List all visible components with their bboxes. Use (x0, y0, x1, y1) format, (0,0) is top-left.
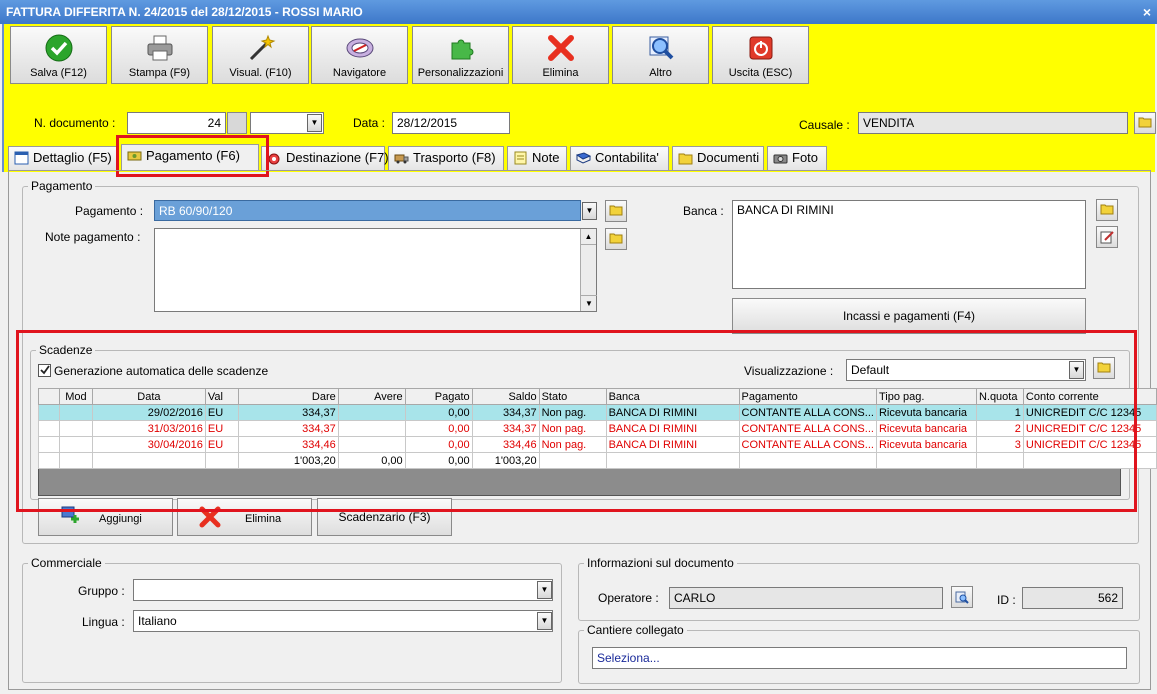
tab-label: Documenti (697, 150, 760, 165)
navigator-button-label: Navigatore (332, 67, 387, 79)
save-button[interactable]: Salva (F12) (10, 26, 107, 84)
puzzle-icon (451, 39, 473, 60)
printer-icon (147, 35, 172, 61)
compass-icon (346, 38, 373, 58)
close-icon[interactable]: × (1143, 0, 1151, 24)
tab-foto[interactable]: Foto (767, 146, 827, 170)
tab-contabilita[interactable]: Contabilita' (570, 146, 669, 170)
print-button[interactable]: Stampa (F9) (111, 26, 208, 84)
tab-documenti[interactable]: Documenti (672, 146, 764, 170)
magnifier-icon (649, 36, 673, 60)
other-button-label: Altro (649, 67, 672, 79)
causale-folder-button[interactable] (1134, 112, 1156, 134)
banca-field[interactable]: BANCA DI RIMINI (732, 200, 1086, 289)
banca-edit-button[interactable] (1096, 226, 1118, 248)
delete-x-icon (547, 35, 574, 61)
note-pagamento-label: Note pagamento : (45, 230, 141, 244)
scroll-down-icon[interactable]: ▼ (581, 295, 597, 311)
tab-trasporto[interactable]: Trasporto (F8) (388, 146, 504, 170)
customize-button[interactable]: Personalizzazioni (412, 26, 509, 84)
window-titlebar: FATTURA DIFFERITA N. 24/2015 del 28/12/2… (0, 0, 1157, 24)
doc-number-label: N. documento : (34, 116, 116, 130)
causale-field[interactable]: VENDITA (858, 112, 1128, 134)
info-group-title: Informazioni sul documento (584, 556, 737, 570)
id-label: ID : (997, 593, 1016, 607)
lingua-label: Lingua : (82, 615, 125, 629)
tab-label: Note (532, 150, 560, 165)
other-button[interactable]: Altro (612, 26, 709, 84)
operatore-field[interactable]: CARLO (669, 587, 943, 609)
folder-icon (1100, 204, 1114, 215)
chevron-down-icon[interactable]: ▼ (537, 612, 552, 630)
gruppo-select[interactable] (133, 579, 553, 601)
cantiere-group-title: Cantiere collegato (584, 623, 687, 637)
destination-icon (268, 153, 280, 165)
save-check-icon (45, 34, 72, 62)
date-field[interactable]: 28/12/2015 (392, 112, 510, 134)
operatore-lookup-button[interactable] (951, 586, 973, 608)
exit-button-label: Uscita (ESC) (728, 67, 793, 79)
note-scrollbar[interactable]: ▲ ▼ (580, 229, 597, 311)
tab-label: Trasporto (F8) (413, 150, 496, 165)
save-button-label: Salva (F12) (30, 67, 87, 79)
pagamento-folder-button[interactable] (605, 200, 627, 222)
tab-label: Dettaglio (F5) (33, 150, 112, 165)
pagamento-label: Pagamento : (75, 204, 144, 218)
tab-label: Destinazione (F7) (286, 150, 389, 165)
tab-note[interactable]: Note (507, 146, 567, 170)
doc-number-spin-button[interactable] (227, 112, 247, 134)
pagamento-select[interactable]: RB 60/90/120 (154, 200, 581, 221)
causale-label: Causale : (799, 118, 850, 132)
magic-wand-icon (249, 34, 275, 61)
folder-icon (609, 233, 623, 244)
cantiere-select[interactable]: Seleziona... (592, 647, 1127, 669)
camera-icon (773, 154, 788, 164)
gruppo-label: Gruppo : (78, 584, 125, 598)
operatore-label: Operatore : (598, 591, 659, 605)
doc-number-field[interactable]: 24 (127, 112, 226, 134)
power-icon (749, 36, 772, 60)
tab-label: Contabilita' (595, 150, 659, 165)
note-icon (514, 151, 527, 165)
banca-folder-button[interactable] (1096, 199, 1118, 221)
calendar-icon (14, 151, 29, 165)
tab-label: Foto (792, 150, 819, 165)
truck-icon (394, 154, 409, 164)
lingua-select[interactable]: Italiano (133, 610, 553, 632)
note-pagamento-textarea[interactable] (154, 228, 597, 312)
exit-button[interactable]: Uscita (ESC) (712, 26, 809, 84)
visual-button-label: Visual. (F10) (229, 67, 292, 79)
navigator-button[interactable]: Navigatore (311, 26, 408, 84)
edit-icon (1100, 231, 1114, 244)
incassi-pagamenti-button[interactable]: Incassi e pagamenti (F4) (732, 298, 1086, 334)
banca-label: Banca : (683, 204, 724, 218)
tab-dettaglio[interactable]: Dettaglio (F5) (8, 146, 118, 170)
folder-icon (1138, 117, 1152, 128)
book-icon (576, 152, 591, 164)
delete-button[interactable]: Elimina (512, 26, 609, 84)
customize-button-label: Personalizzazioni (417, 67, 504, 79)
date-label: Data : (353, 116, 386, 130)
folder-icon (678, 153, 693, 165)
add-scadenza-label: Aggiungi (99, 513, 142, 525)
note-folder-button[interactable] (605, 228, 627, 250)
folder-icon (609, 205, 623, 216)
chevron-down-icon[interactable]: ▼ (582, 202, 597, 220)
chevron-down-icon[interactable]: ▼ (307, 114, 322, 132)
visual-button[interactable]: Visual. (F10) (212, 26, 309, 84)
print-button-label: Stampa (F9) (128, 67, 191, 79)
window-title: FATTURA DIFFERITA N. 24/2015 del 28/12/2… (6, 5, 363, 19)
user-lookup-icon (955, 591, 969, 604)
delete-button-label: Elimina (542, 67, 579, 79)
scadenze-highlight (16, 330, 1137, 512)
tab-destinazione[interactable]: Destinazione (F7) (261, 146, 389, 170)
pagamento-group-title: Pagamento (28, 179, 96, 193)
scroll-up-icon[interactable]: ▲ (581, 229, 596, 245)
delete-scadenza-label: Elimina (245, 513, 282, 525)
id-field: 562 (1022, 587, 1123, 609)
chevron-down-icon[interactable]: ▼ (537, 581, 552, 599)
commerciale-group-title: Commerciale (28, 556, 105, 570)
